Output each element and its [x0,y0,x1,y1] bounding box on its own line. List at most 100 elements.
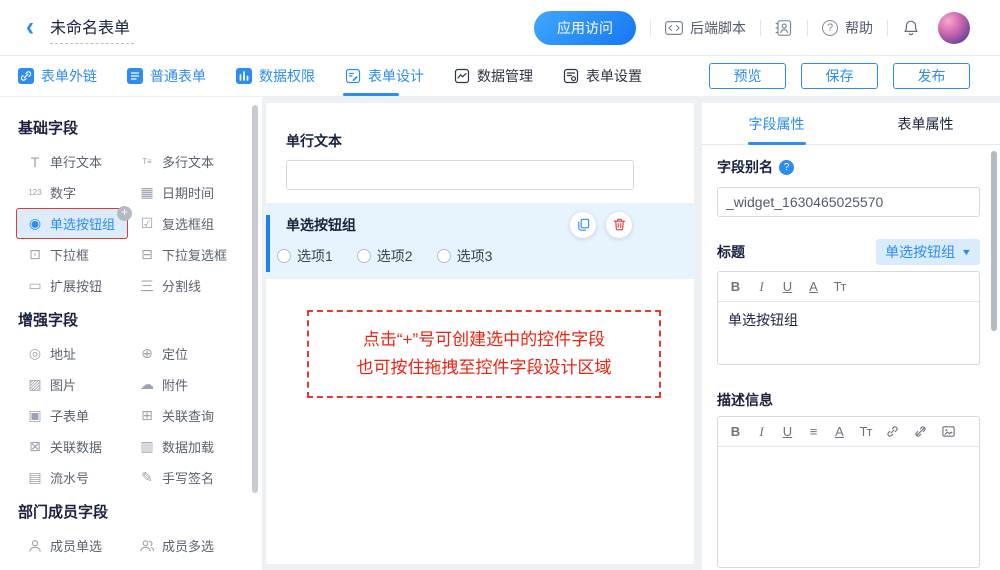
datetime-icon: ▦ [139,185,155,201]
underline-button[interactable]: U [781,424,794,439]
sidebar-item-radio-group[interactable]: ◉单选按钮组+ [16,208,128,239]
description-content[interactable] [718,447,979,567]
alias-help-icon[interactable]: ? [779,160,794,175]
trash-icon [612,217,627,232]
help-label: 帮助 [845,18,873,38]
title-content[interactable]: 单选按钮组 [718,302,979,364]
radio-group-widget-selected[interactable]: 单选按钮组 选项1 选项2 选项3 [266,203,694,279]
link-button[interactable] [885,424,900,439]
radio-option-label: 选项2 [377,246,413,266]
divider [807,20,808,36]
bell-icon[interactable] [902,19,920,37]
sidebar-item-location[interactable]: ⊕定位 [128,338,240,369]
delete-button[interactable] [606,212,632,238]
help-button[interactable]: ? 帮助 [822,18,873,38]
preview-button[interactable]: 预览 [709,63,786,89]
font-color-button[interactable]: A [833,424,846,439]
sidebar-item-label: 定位 [162,344,188,363]
copy-icon [576,217,591,232]
nav-tab-data-manage[interactable]: 数据管理 [452,56,535,96]
member-multi-icon [139,538,155,554]
sidebar-item-subform[interactable]: ▣子表单 [16,400,128,431]
sidebar-item-dept-single[interactable]: 部门单选 [16,561,128,570]
italic-button[interactable]: I [755,424,768,440]
sidebar-item-expand-button[interactable]: ▭扩展按钮 [16,270,128,301]
sidebar-item-linked-data[interactable]: ⊠关联数据 [16,431,128,462]
sidebar-scrollbar[interactable] [252,105,258,493]
sidebar-item-select[interactable]: ⊡下拉框 [16,239,128,270]
panel-scrollbar[interactable] [991,151,997,331]
sidebar-item-member-single[interactable]: 成员单选 [16,530,128,561]
italic-button[interactable]: I [755,279,768,295]
hint-line-2: 也可按住拖拽至控件字段设计区域 [357,354,612,382]
radio-option-label: 选项1 [297,246,333,266]
selection-bar [266,215,270,272]
title-label: 标题 [717,242,745,262]
sidebar-item-address[interactable]: ◎地址 [16,338,128,369]
sidebar-item-label: 图片 [50,375,76,394]
unlink-icon [913,424,928,439]
sidebar-item-label: 扩展按钮 [50,276,102,295]
radio-option[interactable]: 选项1 [277,246,333,266]
nav-tab-normal-form[interactable]: 普通表单 [125,56,208,96]
nav-tab-form-settings[interactable]: 表单设置 [561,56,644,96]
radio-option-label: 选项3 [457,246,493,266]
sidebar-item-number[interactable]: 123数字 [16,177,128,208]
single-line-text-input[interactable] [286,160,634,190]
unlink-button[interactable] [913,424,928,439]
backend-script-button[interactable]: 后端脚本 [665,18,746,38]
radio-option[interactable]: 选项3 [437,246,493,266]
nav-tabs: 表单外链普通表单数据权限表单设计数据管理表单设置 [16,56,644,96]
content: 基础字段T单行文本T≡多行文本123数字▦日期时间◉单选按钮组+☑复选框组⊡下拉… [0,97,1000,570]
underline-button[interactable]: U [781,279,794,294]
save-button[interactable]: 保存 [801,63,878,89]
font-size-button[interactable]: Tт [833,279,846,294]
nav-tab-form-link[interactable]: 表单外链 [16,56,99,96]
widget-type-dropdown[interactable]: 单选按钮组 ▼ [876,239,980,265]
divider [760,20,761,36]
sidebar-item-attachment[interactable]: ☁附件 [128,369,240,400]
sidebar-item-linked-query[interactable]: ⊞关联查询 [128,400,240,431]
tab-form-properties[interactable]: 表单属性 [851,103,1000,144]
widget-type-value: 单选按钮组 [885,242,955,262]
sidebar-item-datetime[interactable]: ▦日期时间 [128,177,240,208]
tab-field-properties[interactable]: 字段属性 [702,103,851,144]
sidebar-item-data-load[interactable]: ▥数据加载 [128,431,240,462]
radio-circle-icon [357,249,371,263]
link-icon [885,424,900,439]
copy-button[interactable] [570,212,596,238]
sidebar-item-member-multi[interactable]: 成员多选 [128,530,240,561]
sidebar-item-single-line-text[interactable]: T单行文本 [16,146,128,177]
radio-option[interactable]: 选项2 [357,246,413,266]
sidebar-item-label: 单选按钮组 [50,214,115,233]
bold-button[interactable]: B [729,424,742,439]
sidebar-item-multi-line-text[interactable]: T≡多行文本 [128,146,240,177]
font-size-button[interactable]: Tт [859,424,872,439]
text-field-widget[interactable]: 单行文本 [286,131,674,190]
nav-tab-data-permission[interactable]: 数据权限 [234,56,317,96]
sidebar-item-signature[interactable]: ✎手写签名 [128,462,240,493]
sidebar-item-divider[interactable]: 三分割线 [128,270,240,301]
description-label: 描述信息 [717,390,773,410]
sidebar-item-checkbox-group[interactable]: ☑复选框组 [128,208,240,239]
field-alias-input[interactable] [717,187,980,217]
sidebar-item-serial-number[interactable]: ▤流水号 [16,462,128,493]
sidebar-item-multi-select[interactable]: ⊟下拉复选框 [128,239,240,270]
nav-tab-form-design[interactable]: 表单设计 [343,56,426,96]
text-field-label: 单行文本 [286,131,674,151]
header: ‹ 未命名表单 应用访问 后端脚本 ? 帮助 [0,0,1000,56]
back-icon[interactable]: ‹ [26,14,34,40]
sidebar-item-image-field[interactable]: ▨图片 [16,369,128,400]
sidebar-item-dept-multi[interactable]: 部门多选 [128,561,240,570]
contacts-icon[interactable] [775,19,793,37]
avatar[interactable] [938,12,970,44]
align-button[interactable]: ≡ [807,424,820,439]
form-title[interactable]: 未命名表单 [50,12,134,44]
publish-button[interactable]: 发布 [893,63,970,89]
app-access-button[interactable]: 应用访问 [534,11,636,45]
font-color-button[interactable]: A [807,279,820,294]
sidebar-item-label: 数据加载 [162,437,214,456]
bold-button[interactable]: B [729,279,742,294]
image-button[interactable] [941,424,956,439]
radio-widget-label: 单选按钮组 [286,215,356,235]
